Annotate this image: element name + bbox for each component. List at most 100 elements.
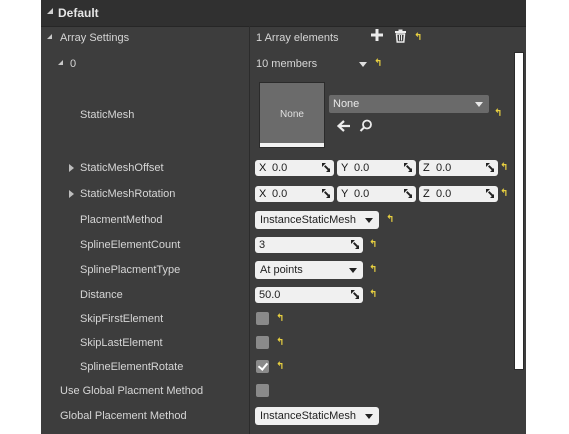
distance-label: Distance bbox=[80, 289, 123, 301]
global-method-label: Global Placement Method bbox=[60, 410, 187, 422]
drag-arrow-icon[interactable] bbox=[404, 189, 412, 198]
reset-to-default-icon[interactable]: ↰ bbox=[386, 214, 394, 225]
arrow-left-icon[interactable] bbox=[336, 119, 351, 136]
axis-label: Y bbox=[341, 162, 349, 174]
axis-label: Y bbox=[341, 188, 349, 200]
mesh-thumbnail[interactable]: None bbox=[259, 82, 325, 148]
reset-to-default-icon[interactable]: ↰ bbox=[500, 188, 508, 199]
spline-placment-type-row: SplinePlacmentType At points ↰ bbox=[41, 258, 526, 282]
placment-method-label: PlacmentMethod bbox=[80, 214, 163, 226]
spline-element-count-field[interactable]: 3 bbox=[255, 237, 363, 253]
thumbnail-text: None bbox=[280, 109, 304, 120]
drag-arrow-icon[interactable] bbox=[404, 163, 412, 172]
offset-x-field[interactable]: X 0.0 bbox=[255, 160, 334, 176]
offset-z-field[interactable]: Z 0.0 bbox=[419, 160, 498, 176]
category-title: Default bbox=[58, 6, 99, 20]
spline-rotate-row: SplineElementRotate ↰ bbox=[41, 355, 526, 379]
magnifier-icon[interactable] bbox=[359, 119, 373, 136]
drag-arrow-icon[interactable] bbox=[322, 163, 330, 172]
use-global-label: Use Global Placment Method bbox=[60, 385, 204, 397]
skip-first-label: SkipFirstElement bbox=[80, 313, 164, 325]
drag-arrow-icon[interactable] bbox=[351, 290, 359, 299]
rotation-y-field[interactable]: Y 0.0 bbox=[337, 186, 416, 202]
reset-to-default-icon[interactable]: ↰ bbox=[414, 32, 422, 43]
expand-triangle-icon[interactable] bbox=[69, 164, 74, 172]
spline-placment-type-value: At points bbox=[260, 264, 303, 276]
chevron-down-icon bbox=[365, 414, 373, 419]
use-global-row: Use Global Placment Method bbox=[41, 379, 526, 403]
members-text: 10 members bbox=[256, 58, 318, 70]
global-method-row: Global Placement Method InstanceStaticMe… bbox=[41, 404, 526, 428]
drag-arrow-icon[interactable] bbox=[486, 163, 494, 172]
element-index-label: 0 bbox=[70, 58, 77, 70]
category-header[interactable]: Default bbox=[41, 0, 526, 27]
plus-icon[interactable] bbox=[370, 28, 384, 45]
rotation-x-field[interactable]: X 0.0 bbox=[255, 186, 334, 202]
thumbnail-bar bbox=[260, 143, 324, 147]
global-method-value: InstanceStaticMesh bbox=[260, 410, 356, 422]
distance-row: Distance 50.0 ↰ bbox=[41, 283, 526, 307]
chevron-down-icon bbox=[365, 218, 373, 223]
offset-y-value: 0.0 bbox=[354, 162, 370, 174]
details-panel: Default Array Settings 1 Array elements … bbox=[41, 0, 526, 434]
distance-value: 50.0 bbox=[259, 289, 281, 301]
axis-label: X bbox=[259, 162, 267, 174]
chevron-down-icon[interactable] bbox=[359, 62, 367, 67]
vertical-scrollbar[interactable] bbox=[514, 52, 524, 370]
reset-to-default-icon[interactable]: ↰ bbox=[276, 337, 284, 348]
chevron-down-icon bbox=[349, 268, 357, 273]
array-element-row: 0 10 members ↰ bbox=[41, 52, 526, 76]
chevron-down-icon bbox=[475, 102, 483, 107]
array-settings-row: Array Settings 1 Array elements ↰ bbox=[41, 26, 526, 50]
spline-placment-type-dropdown[interactable]: At points bbox=[255, 261, 363, 279]
skip-last-checkbox[interactable] bbox=[256, 336, 269, 349]
reset-to-default-icon[interactable]: ↰ bbox=[500, 162, 508, 173]
spline-element-count-row: SplineElementCount 3 ↰ bbox=[41, 233, 526, 257]
reset-to-default-icon[interactable]: ↰ bbox=[369, 239, 377, 250]
placment-method-value: InstanceStaticMesh bbox=[260, 214, 356, 226]
drag-arrow-icon[interactable] bbox=[351, 240, 359, 249]
rotation-label: StaticMeshRotation bbox=[80, 188, 176, 200]
static-mesh-dropdown[interactable]: None bbox=[329, 95, 489, 113]
axis-label: Z bbox=[423, 162, 430, 174]
offset-z-value: 0.0 bbox=[436, 162, 452, 174]
rotation-y-value: 0.0 bbox=[354, 188, 370, 200]
placment-method-dropdown[interactable]: InstanceStaticMesh bbox=[255, 211, 379, 229]
drag-arrow-icon[interactable] bbox=[486, 189, 494, 198]
static-mesh-selected: None bbox=[333, 98, 360, 110]
reset-to-default-icon[interactable]: ↰ bbox=[374, 58, 382, 69]
use-global-checkbox[interactable] bbox=[256, 384, 269, 397]
reset-to-default-icon[interactable]: ↰ bbox=[276, 313, 284, 324]
offset-y-field[interactable]: Y 0.0 bbox=[337, 160, 416, 176]
expand-triangle-icon[interactable] bbox=[58, 60, 63, 65]
reset-to-default-icon[interactable]: ↰ bbox=[369, 264, 377, 275]
skip-first-row: SkipFirstElement ↰ bbox=[41, 307, 526, 331]
spline-rotate-label: SplineElementRotate bbox=[80, 361, 184, 373]
skip-last-label: SkipLastElement bbox=[80, 337, 163, 349]
trash-icon[interactable] bbox=[394, 29, 407, 46]
drag-arrow-icon[interactable] bbox=[322, 189, 330, 198]
rotation-x-value: 0.0 bbox=[272, 188, 288, 200]
axis-label: Z bbox=[423, 188, 430, 200]
static-mesh-label: StaticMesh bbox=[80, 109, 135, 121]
spline-element-count-label: SplineElementCount bbox=[80, 239, 181, 251]
offset-row: StaticMeshOffset X 0.0 Y 0.0 Z 0.0 ↰ bbox=[41, 156, 526, 180]
spline-rotate-checkbox[interactable] bbox=[256, 360, 269, 373]
expand-triangle-icon[interactable] bbox=[47, 34, 52, 39]
skip-first-checkbox[interactable] bbox=[256, 312, 269, 325]
expand-triangle-icon[interactable] bbox=[69, 190, 74, 198]
collapse-triangle-icon[interactable] bbox=[47, 8, 53, 14]
global-method-dropdown[interactable]: InstanceStaticMesh bbox=[255, 407, 379, 425]
array-settings-label: Array Settings bbox=[60, 32, 130, 44]
placment-method-row: PlacmentMethod InstanceStaticMesh ↰ bbox=[41, 208, 526, 232]
reset-to-default-icon[interactable]: ↰ bbox=[276, 361, 284, 372]
reset-to-default-icon[interactable]: ↰ bbox=[369, 289, 377, 300]
reset-to-default-icon[interactable]: ↰ bbox=[494, 108, 502, 119]
spline-placment-type-label: SplinePlacmentType bbox=[80, 264, 181, 276]
spline-element-count-value: 3 bbox=[259, 239, 266, 251]
rotation-z-field[interactable]: Z 0.0 bbox=[419, 186, 498, 202]
rotation-row: StaticMeshRotation X 0.0 Y 0.0 Z 0.0 ↰ bbox=[41, 182, 526, 206]
distance-field[interactable]: 50.0 bbox=[255, 287, 363, 303]
axis-label: X bbox=[259, 188, 267, 200]
rotation-z-value: 0.0 bbox=[436, 188, 452, 200]
